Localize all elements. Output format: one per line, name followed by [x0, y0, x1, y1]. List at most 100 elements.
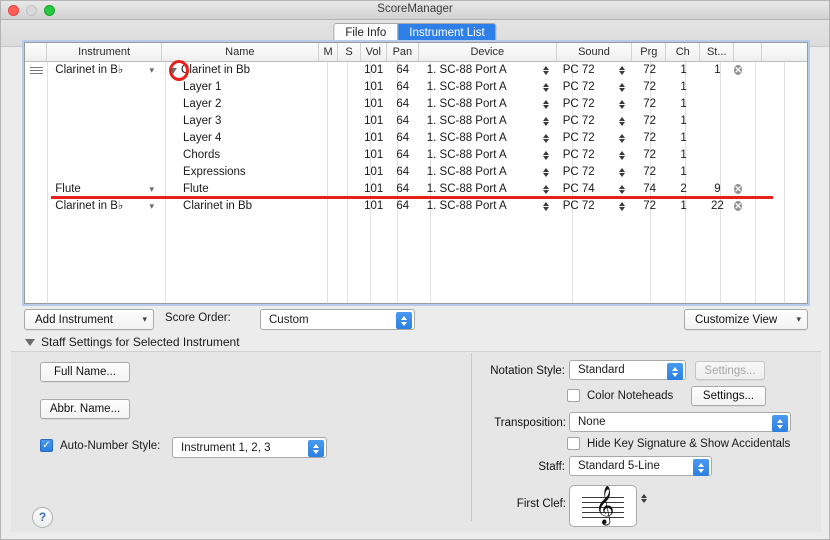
cell-program[interactable]: 72 [633, 79, 667, 96]
delete-row-button[interactable]: ✕ [734, 62, 762, 79]
cell-sound[interactable]: PC 72 [557, 62, 633, 79]
cell-device[interactable]: 1. SC-88 Port A [419, 113, 557, 130]
cell-program[interactable]: 72 [633, 164, 667, 181]
cell-channel[interactable]: 1 [667, 113, 701, 130]
stepper-icon[interactable] [618, 117, 625, 126]
cell-program[interactable]: 72 [633, 62, 667, 79]
delete-row-button[interactable]: ✕ [734, 198, 762, 215]
stepper-icon[interactable] [618, 134, 625, 143]
color-noteheads-checkbox[interactable] [567, 389, 580, 402]
close-icon[interactable]: ✕ [734, 65, 742, 75]
stepper-icon[interactable] [618, 185, 625, 194]
col-header-pad[interactable] [762, 43, 807, 61]
cell-program[interactable]: 72 [633, 130, 667, 147]
cell-device[interactable]: 1. SC-88 Port A [419, 198, 557, 215]
tab-instrument-list[interactable]: Instrument List [397, 24, 496, 43]
help-button[interactable]: ? [32, 507, 53, 528]
cell-sound[interactable]: PC 72 [557, 96, 633, 113]
cell-sound[interactable]: PC 72 [557, 130, 633, 147]
table-row[interactable]: Expressions 101 64 1. SC-88 Port A PC 72 72 1 [25, 164, 807, 181]
col-header-name[interactable]: Name [162, 43, 319, 61]
abbr-name-button[interactable]: Abbr. Name... [40, 399, 130, 419]
cell-name[interactable]: Expressions [162, 164, 319, 181]
stepper-icon[interactable] [618, 168, 625, 177]
cell-channel[interactable]: 1 [667, 130, 701, 147]
table-row[interactable]: Clarinet in B♭ ▾ Clarinet in Bb 101 64 1. SC-… [25, 198, 807, 215]
chevron-down-icon[interactable]: ▾ [150, 202, 155, 211]
cell-volume[interactable]: 101 [361, 164, 387, 181]
stepper-icon[interactable] [618, 66, 625, 75]
cell-sound[interactable]: PC 72 [557, 79, 633, 96]
table-row[interactable]: Layer 3 101 64 1. SC-88 Port A PC 72 72 1 [25, 113, 807, 130]
stepper-icon[interactable] [618, 202, 625, 211]
cell-name[interactable]: Clarinet in Bb [162, 198, 319, 215]
col-header-instrument[interactable]: Instrument [47, 43, 162, 61]
cell-pan[interactable]: 64 [387, 79, 419, 96]
cell-volume[interactable]: 101 [361, 130, 387, 147]
first-clef-stepper[interactable] [641, 494, 647, 503]
cell-name[interactable]: Layer 3 [162, 113, 319, 130]
cell-pan[interactable]: 64 [387, 113, 419, 130]
cell-name[interactable]: Layer 4 [162, 130, 319, 147]
stepper-icon[interactable] [308, 440, 324, 457]
cell-device[interactable]: 1. SC-88 Port A [419, 96, 557, 113]
full-name-button[interactable]: Full Name... [40, 362, 130, 382]
cell-device[interactable]: 1. SC-88 Port A [419, 130, 557, 147]
stepper-icon[interactable] [542, 100, 549, 109]
cell-pan[interactable]: 64 [387, 164, 419, 181]
chevron-down-icon[interactable]: ▾ [150, 66, 155, 75]
cell-staff[interactable]: 22 [700, 198, 734, 215]
stepper-icon[interactable] [667, 363, 683, 380]
col-header-device[interactable]: Device [419, 43, 557, 61]
cell-volume[interactable]: 101 [361, 96, 387, 113]
chevron-down-icon[interactable]: ▾ [150, 185, 155, 194]
cell-volume[interactable]: 101 [361, 147, 387, 164]
col-header-sound[interactable]: Sound [557, 43, 633, 61]
auto-number-checkbox[interactable]: ✓ [40, 439, 53, 452]
stepper-icon[interactable] [542, 83, 549, 92]
cell-pan[interactable]: 64 [387, 130, 419, 147]
customize-view-button[interactable]: Customize View ▾ [684, 309, 808, 330]
stepper-icon[interactable] [542, 117, 549, 126]
cell-sound[interactable]: PC 72 [557, 113, 633, 130]
staff-settings-disclosure[interactable]: Staff Settings for Selected Instrument [25, 335, 240, 349]
stepper-icon[interactable] [618, 151, 625, 160]
stepper-icon[interactable] [618, 83, 625, 92]
cell-device[interactable]: 1. SC-88 Port A [419, 147, 557, 164]
stepper-icon[interactable] [542, 202, 549, 211]
cell-program[interactable]: 72 [633, 147, 667, 164]
cell-volume[interactable]: 101 [361, 113, 387, 130]
first-clef-preview[interactable]: 𝄞 [569, 485, 637, 527]
table-row[interactable]: Layer 2 101 64 1. SC-88 Port A PC 72 72 1 [25, 96, 807, 113]
staff-select[interactable]: Standard 5-Line [569, 456, 712, 476]
cell-pan[interactable]: 64 [387, 96, 419, 113]
cell-channel[interactable]: 1 [667, 79, 701, 96]
cell-pan[interactable]: 64 [387, 62, 419, 79]
col-header-pan[interactable]: Pan [387, 43, 419, 61]
notation-style-select[interactable]: Standard [569, 360, 686, 380]
score-order-select[interactable]: Custom [260, 309, 415, 330]
cell-device[interactable]: 1. SC-88 Port A [419, 79, 557, 96]
cell-staff[interactable]: 1 [700, 62, 734, 79]
table-row[interactable]: Layer 4 101 64 1. SC-88 Port A PC 72 72 1 [25, 130, 807, 147]
cell-instrument[interactable]: Clarinet in B♭ ▾ [47, 62, 162, 79]
stepper-icon[interactable] [542, 151, 549, 160]
stepper-icon[interactable] [542, 185, 549, 194]
cell-device[interactable]: 1. SC-88 Port A [419, 164, 557, 181]
cell-name[interactable]: Chords [162, 147, 319, 164]
color-settings-button[interactable]: Settings... [691, 386, 766, 406]
cell-sound[interactable]: PC 72 [557, 164, 633, 181]
tab-file-info[interactable]: File Info [334, 24, 398, 43]
cell-instrument[interactable]: Clarinet in B♭ ▾ [47, 198, 162, 215]
cell-program[interactable]: 72 [633, 96, 667, 113]
cell-volume[interactable]: 101 [361, 62, 387, 79]
col-header-solo[interactable]: S [338, 43, 361, 61]
cell-channel[interactable]: 1 [667, 62, 701, 79]
close-icon[interactable]: ✕ [734, 201, 742, 211]
hide-key-signature-checkbox[interactable] [567, 437, 580, 450]
cell-volume[interactable]: 101 [361, 79, 387, 96]
col-header-delete[interactable] [734, 43, 763, 61]
cell-device[interactable]: 1. SC-88 Port A [419, 62, 557, 79]
stepper-icon[interactable] [618, 100, 625, 109]
col-header-channel[interactable]: Ch [666, 43, 701, 61]
